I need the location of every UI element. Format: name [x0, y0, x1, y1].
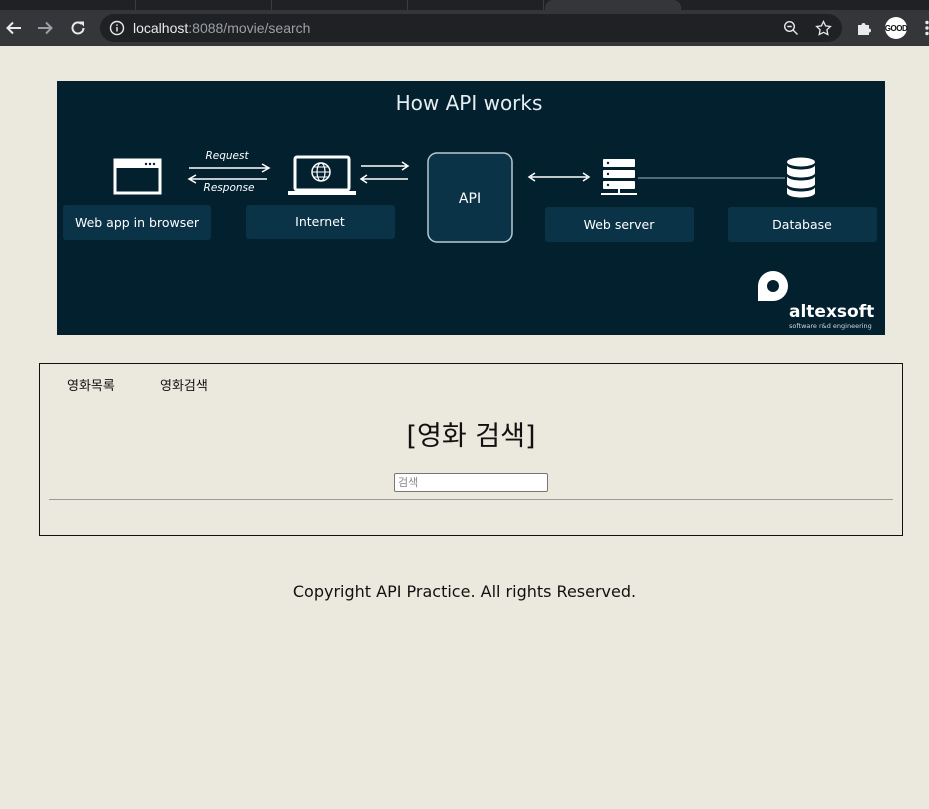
forward-arrow-icon	[38, 21, 53, 35]
database-icon	[787, 157, 815, 198]
reload-button[interactable]	[68, 18, 88, 38]
footer-copyright: Copyright API Practice. All rights Reser…	[292, 582, 637, 601]
browser-tab[interactable]	[137, 0, 272, 10]
altexsoft-logo: altexsoft software r&d engineering	[758, 271, 874, 330]
browser-tab-strip	[0, 0, 929, 10]
zoom-icon[interactable]	[782, 19, 800, 37]
browser-tab[interactable]	[409, 0, 544, 10]
browser-toolbar: localhost:8088/movie/search GOOD	[0, 10, 929, 46]
address-url: localhost:8088/movie/search	[133, 20, 310, 36]
profile-avatar[interactable]: GOOD	[885, 17, 908, 39]
api-diagram-banner: How API works Request Response API Web a…	[57, 81, 885, 335]
internet-label: Internet	[295, 214, 345, 229]
search-input[interactable]	[394, 473, 548, 492]
browser-tab[interactable]	[273, 0, 408, 10]
url-host: localhost	[133, 20, 189, 36]
url-path: :8088/movie/search	[188, 20, 311, 36]
banner-title: How API works	[396, 91, 543, 115]
brand-tagline: software r&d engineering	[789, 322, 872, 330]
browser-window-icon	[113, 158, 162, 195]
puzzle-icon	[858, 23, 871, 35]
browser-tab-active[interactable]	[545, 0, 681, 10]
bookmark-star-icon[interactable]	[814, 19, 832, 37]
request-label: Request	[205, 150, 249, 162]
divider	[49, 499, 893, 500]
site-info-icon[interactable]	[108, 19, 126, 37]
nav-movie-search[interactable]: 영화검색	[160, 375, 208, 394]
server-stack-icon	[601, 159, 637, 195]
address-bar[interactable]: localhost:8088/movie/search	[100, 14, 842, 42]
response-label: Response	[204, 182, 255, 194]
brand-name: altexsoft	[789, 302, 874, 322]
api-label: API	[459, 191, 481, 207]
menu-kebab-icon[interactable]	[924, 20, 929, 36]
laptop-globe-icon	[288, 155, 356, 195]
web-server-label: Web server	[584, 217, 656, 232]
page-title: [영화 검색]	[406, 421, 536, 452]
web-app-label: Web app in browser	[75, 215, 200, 230]
back-arrow-icon	[6, 21, 21, 35]
extensions-button[interactable]	[854, 18, 874, 38]
database-label: Database	[772, 217, 832, 232]
reload-icon	[71, 21, 85, 35]
forward-button[interactable]	[35, 18, 55, 38]
movie-search-panel: 영화목록 영화검색 [영화 검색]	[39, 363, 903, 536]
browser-tab[interactable]	[0, 0, 136, 10]
back-button[interactable]	[4, 18, 24, 38]
nav-movie-list[interactable]: 영화목록	[67, 375, 115, 394]
api-diagram: How API works Request Response API Web a…	[63, 91, 877, 330]
